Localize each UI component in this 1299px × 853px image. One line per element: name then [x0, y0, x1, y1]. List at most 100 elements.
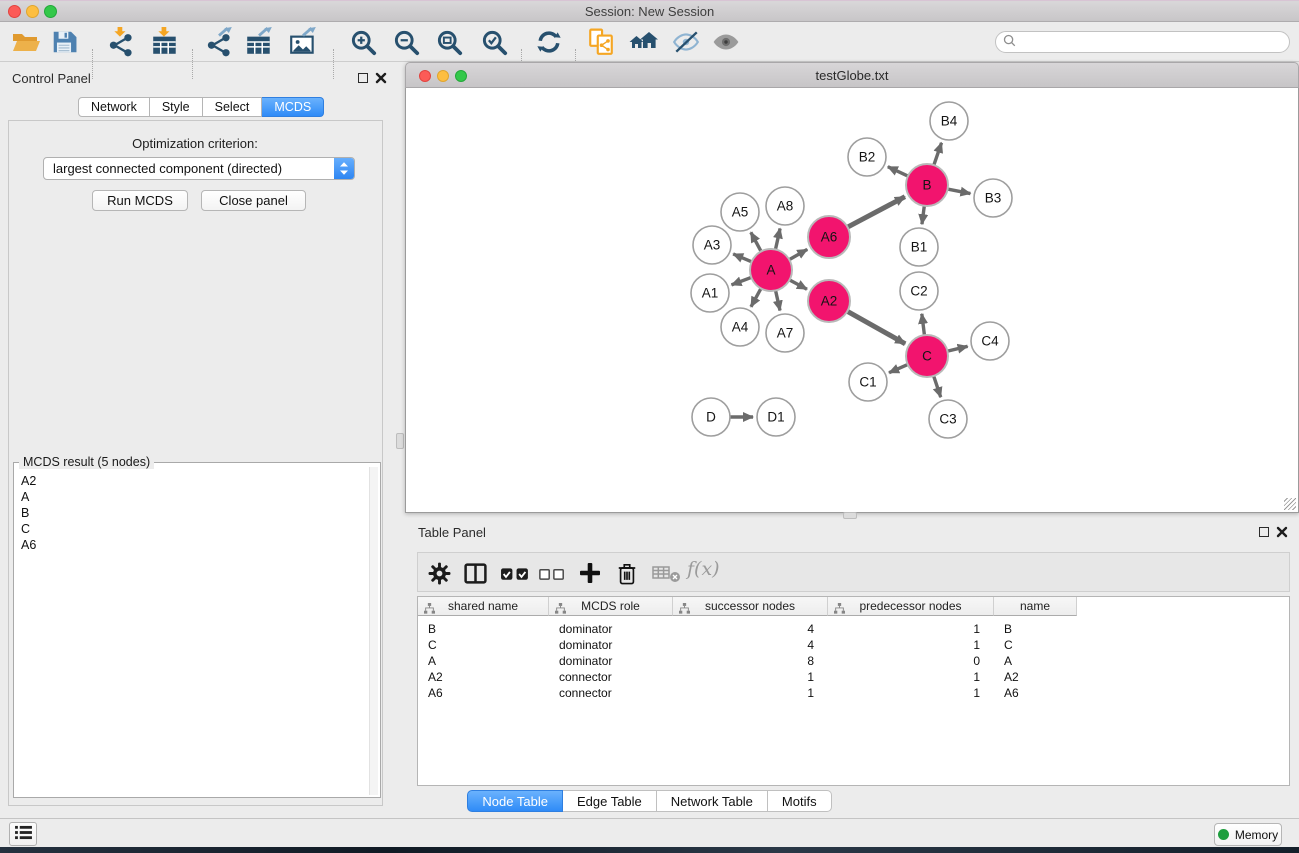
- import-table-icon[interactable]: [150, 27, 180, 57]
- maximize-window-button[interactable]: [44, 5, 57, 18]
- table-cell[interactable]: 1: [828, 637, 994, 653]
- show-all-icon[interactable]: [711, 27, 741, 57]
- task-history-button[interactable]: [9, 822, 37, 846]
- table-cell[interactable]: A6: [994, 685, 1077, 701]
- control-panel-float-icon[interactable]: [358, 73, 368, 83]
- zoom-fit-icon[interactable]: [434, 27, 464, 57]
- open-file-icon[interactable]: [11, 27, 41, 57]
- graph-node-A1[interactable]: A1: [691, 274, 729, 312]
- graph-node-C1[interactable]: C1: [849, 363, 887, 401]
- column-header-predecessor-nodes[interactable]: predecessor nodes: [828, 597, 994, 616]
- graph-node-C3[interactable]: C3: [929, 400, 967, 438]
- graph-node-A6[interactable]: A6: [808, 216, 850, 258]
- export-image-icon[interactable]: [288, 27, 318, 57]
- settings-gear-icon[interactable]: [424, 559, 454, 587]
- graph-edge-A-A1[interactable]: [732, 277, 754, 285]
- graph-edge-A-A7[interactable]: [775, 289, 780, 311]
- result-list-item[interactable]: A6: [16, 537, 368, 553]
- table-cell[interactable]: connector: [549, 685, 673, 701]
- graph-edge-C-C3[interactable]: [933, 374, 941, 397]
- table-panel-float-icon[interactable]: [1259, 527, 1269, 537]
- graph-node-D[interactable]: D: [692, 398, 730, 436]
- deselect-all-checkboxes-icon[interactable]: [536, 559, 568, 587]
- graph-node-B[interactable]: B: [906, 164, 948, 206]
- save-session-icon[interactable]: [49, 27, 79, 57]
- result-list-item[interactable]: B: [16, 505, 368, 521]
- graph-node-A3[interactable]: A3: [693, 226, 731, 264]
- table-cell[interactable]: dominator: [549, 637, 673, 653]
- tab-mcds[interactable]: MCDS: [262, 97, 324, 117]
- criterion-dropdown[interactable]: largest connected component (directed): [43, 157, 355, 180]
- result-list-item[interactable]: C: [16, 521, 368, 537]
- graph-node-B4[interactable]: B4: [930, 102, 968, 140]
- graph-node-B3[interactable]: B3: [974, 179, 1012, 217]
- table-panel-close-icon[interactable]: [1276, 526, 1288, 541]
- graph-edge-C-C4[interactable]: [945, 346, 967, 351]
- graph-edge-C-C1[interactable]: [889, 364, 910, 373]
- table-cell[interactable]: 1: [828, 621, 994, 637]
- graph-node-C2[interactable]: C2: [900, 272, 938, 310]
- graph-node-A8[interactable]: A8: [766, 187, 804, 225]
- delete-row-icon[interactable]: [612, 559, 642, 587]
- graph-node-C[interactable]: C: [906, 335, 948, 377]
- table-cell[interactable]: connector: [549, 669, 673, 685]
- minimize-window-button[interactable]: [26, 5, 39, 18]
- tab-motifs[interactable]: Motifs: [768, 790, 832, 812]
- table-cell[interactable]: B: [418, 621, 549, 637]
- table-row-A6[interactable]: A6connector11A6: [418, 685, 1077, 701]
- function-builder-icon[interactable]: f(x): [687, 558, 720, 580]
- column-header-shared-name[interactable]: shared name: [418, 597, 549, 616]
- memory-button[interactable]: Memory: [1214, 823, 1282, 846]
- delete-table-icon[interactable]: [650, 559, 684, 587]
- close-window-button[interactable]: [8, 5, 21, 18]
- table-cell[interactable]: A: [418, 653, 549, 669]
- network-close-button[interactable]: [419, 70, 431, 82]
- split-divider-grip[interactable]: [396, 433, 404, 449]
- table-cell[interactable]: A2: [994, 669, 1077, 685]
- graph-edge-B-B1[interactable]: [922, 204, 925, 224]
- table-cell[interactable]: C: [994, 637, 1077, 653]
- graph-edge-A2-C[interactable]: [846, 310, 906, 343]
- table-row-A2[interactable]: A2connector11A2: [418, 669, 1077, 685]
- run-mcds-button[interactable]: Run MCDS: [92, 190, 188, 211]
- table-cell[interactable]: 8: [673, 653, 828, 669]
- import-network-icon[interactable]: [106, 27, 136, 57]
- graph-node-A2[interactable]: A2: [808, 280, 850, 322]
- graph-edge-C-C2[interactable]: [922, 314, 925, 337]
- graph-edge-A-A8[interactable]: [775, 228, 780, 251]
- window-resize-grip[interactable]: [1284, 498, 1296, 510]
- table-cell[interactable]: B: [994, 621, 1077, 637]
- export-table-icon[interactable]: [244, 27, 274, 57]
- result-list-item[interactable]: A: [16, 489, 368, 505]
- result-list-scrollbar[interactable]: [369, 467, 378, 795]
- tab-network-table[interactable]: Network Table: [657, 790, 768, 812]
- search-input[interactable]: [1020, 35, 1289, 49]
- hide-selected-icon[interactable]: [671, 27, 701, 57]
- refresh-icon[interactable]: [534, 27, 564, 57]
- column-header-name[interactable]: name: [994, 597, 1077, 616]
- tab-style[interactable]: Style: [150, 97, 203, 117]
- export-network-icon[interactable]: [204, 27, 234, 57]
- table-cell[interactable]: 1: [673, 669, 828, 685]
- table-cell[interactable]: 1: [673, 685, 828, 701]
- graph-node-B1[interactable]: B1: [900, 228, 938, 266]
- tab-node-table[interactable]: Node Table: [467, 790, 563, 812]
- column-header-MCDS-role[interactable]: MCDS role: [549, 597, 673, 616]
- tab-select[interactable]: Select: [203, 97, 263, 117]
- graph-edge-A-A2[interactable]: [788, 279, 807, 289]
- graph-node-A7[interactable]: A7: [766, 314, 804, 352]
- tab-edge-table[interactable]: Edge Table: [563, 790, 657, 812]
- table-cell[interactable]: 1: [828, 685, 994, 701]
- graph-node-A4[interactable]: A4: [721, 308, 759, 346]
- table-cell[interactable]: 4: [673, 637, 828, 653]
- table-cell[interactable]: A6: [418, 685, 549, 701]
- result-list-item[interactable]: A2: [16, 473, 368, 489]
- graph-edge-A-A3[interactable]: [733, 254, 753, 263]
- network-maximize-button[interactable]: [455, 70, 467, 82]
- graph-edge-A-A5[interactable]: [751, 232, 762, 253]
- show-columns-icon[interactable]: [460, 559, 490, 587]
- close-panel-button[interactable]: Close panel: [201, 190, 306, 211]
- home-icon[interactable]: [629, 27, 659, 57]
- column-header-successor-nodes[interactable]: successor nodes: [673, 597, 828, 616]
- table-cell[interactable]: A: [994, 653, 1077, 669]
